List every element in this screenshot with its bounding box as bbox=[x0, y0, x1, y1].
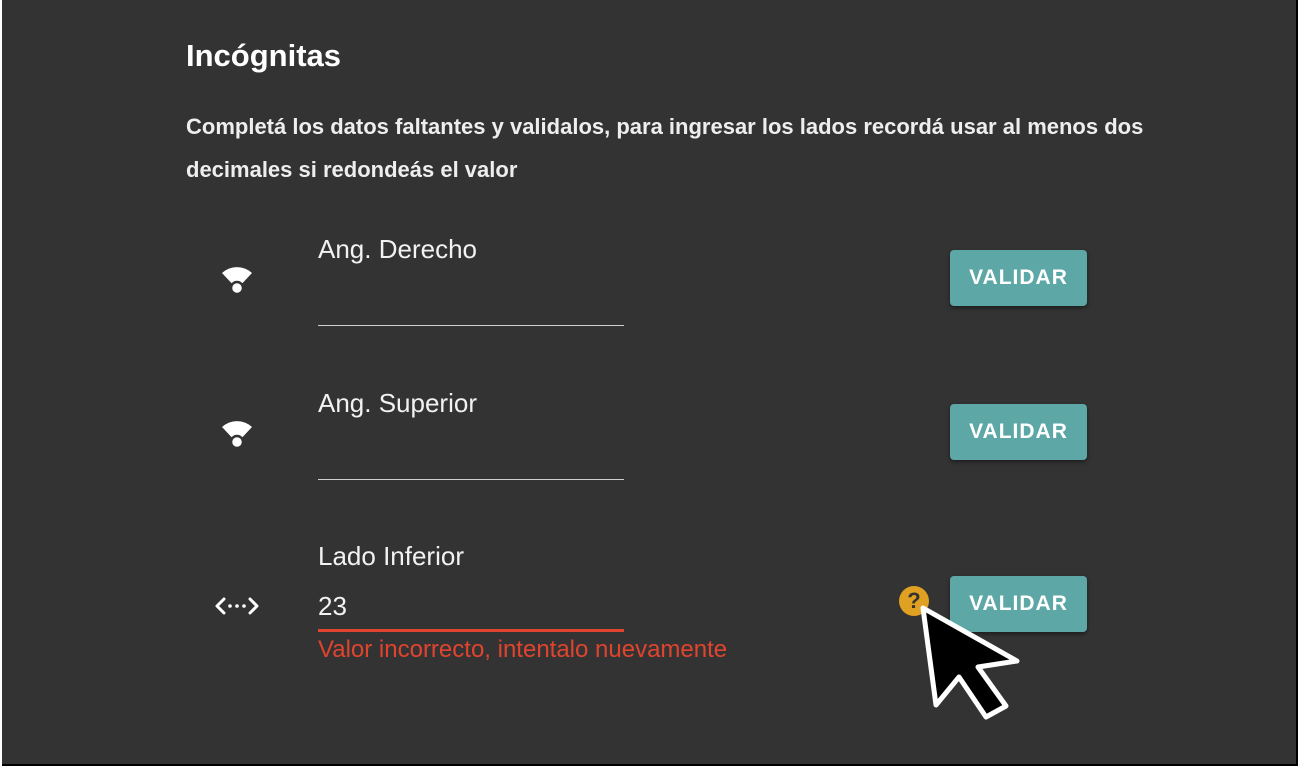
lower-side-label: Lado Inferior bbox=[318, 541, 464, 571]
lower-side-input[interactable] bbox=[318, 584, 624, 632]
unknowns-panel: Incógnitas Completá los datos faltantes … bbox=[2, 0, 1298, 766]
validate-upper-angle-button[interactable]: VALIDAR bbox=[950, 404, 1087, 460]
validate-right-angle-button[interactable]: VALIDAR bbox=[950, 250, 1087, 306]
section-title: Incógnitas bbox=[186, 38, 342, 73]
lower-side-error-message: Valor incorrecto, intentalo nuevamente bbox=[318, 636, 728, 663]
right-angle-field: Ang. Derecho bbox=[318, 233, 624, 326]
side-length-icon bbox=[214, 588, 260, 624]
section-description: Completá los datos faltantes y validalos… bbox=[186, 114, 1144, 182]
right-angle-input[interactable] bbox=[318, 285, 624, 326]
right-angle-label: Ang. Derecho bbox=[318, 234, 477, 264]
mouse-cursor-icon bbox=[920, 605, 1020, 720]
upper-angle-label: Ang. Superior bbox=[318, 388, 477, 418]
lower-side-field: Lado Inferior Valor incorrecto, intental… bbox=[318, 540, 727, 663]
upper-angle-input[interactable] bbox=[318, 439, 624, 480]
angle-icon bbox=[214, 415, 260, 451]
upper-angle-field: Ang. Superior bbox=[318, 387, 624, 480]
angle-icon bbox=[214, 261, 260, 297]
